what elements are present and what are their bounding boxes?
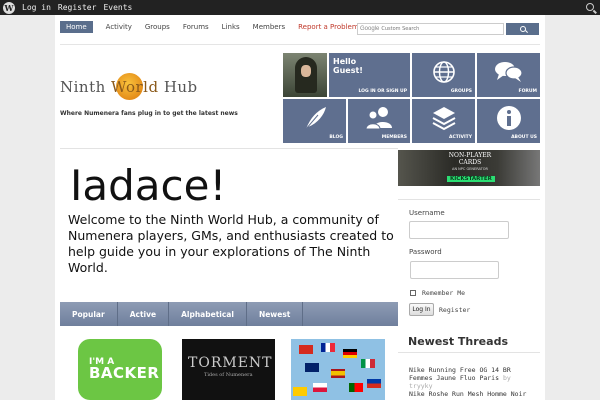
nav-item-forums[interactable]: Forums <box>183 23 209 31</box>
activity-label: Activity <box>448 135 472 140</box>
activity-tile[interactable]: Activity <box>412 99 475 143</box>
remember-checkbox[interactable] <box>410 290 416 296</box>
tab-active[interactable]: Active <box>118 302 170 326</box>
admin-events-link[interactable]: Events <box>103 3 132 12</box>
logo-text: Ninth World Hub <box>60 78 198 96</box>
members-tile[interactable]: Members <box>348 99 410 143</box>
nav-item-activity[interactable]: Activity <box>106 23 132 31</box>
search-icon[interactable] <box>586 3 594 11</box>
tile-grid: Hello Guest! Log in or sign up Groups Fo… <box>283 53 540 143</box>
search-button[interactable] <box>506 23 539 35</box>
register-link[interactable]: Register <box>439 306 470 314</box>
npc-cards-banner[interactable]: NON-PLAYER CARDS AN NPC GENERATOR KICKST… <box>398 150 540 186</box>
wordpress-icon[interactable]: W <box>3 1 15 14</box>
nav-item-groups[interactable]: Groups <box>145 23 170 31</box>
remember-me[interactable]: Remember Me <box>410 289 465 297</box>
group-thumb-torment[interactable]: TORMENT Tides of Numenera <box>182 339 275 400</box>
hello-text: Hello Guest! <box>333 57 363 75</box>
thread-title[interactable]: Nike Roshe Run Mesh Homme Noir <box>409 390 526 398</box>
kickstarter-badge: KICKSTARTER <box>447 176 495 182</box>
banner-title: NON-PLAYER CARDS <box>448 152 492 166</box>
search-placeholder: Custom Search <box>381 26 420 32</box>
banner-subtitle: AN NPC GENERATOR <box>452 167 488 171</box>
site-tagline: Where Numenera fans plug in to get the l… <box>60 110 238 117</box>
layers-icon <box>432 107 455 131</box>
login-tile[interactable]: Hello Guest! Log in or sign up <box>329 53 410 97</box>
google-logo: Google <box>360 26 380 32</box>
search-input[interactable]: Google Custom Search <box>357 23 504 35</box>
about-tile[interactable]: About us <box>477 99 540 143</box>
threads-divider <box>398 352 540 353</box>
torment-title: TORMENT <box>188 355 273 371</box>
welcome-text: Welcome to the Ninth World Hub, a commun… <box>68 212 394 275</box>
admin-bar: W Log in Register Events <box>0 0 600 15</box>
admin-register-link[interactable]: Register <box>58 3 97 12</box>
groups-tabs: Popular Active Alphabetical Newest <box>60 302 398 326</box>
login-button[interactable]: Log In <box>409 303 434 316</box>
header-divider <box>60 44 540 45</box>
guest-avatar <box>283 53 327 97</box>
newest-threads-heading: Newest Threads <box>408 335 508 348</box>
welcome-heading: Iadace! <box>70 161 227 210</box>
info-icon <box>496 106 521 131</box>
thread-item[interactable]: Nike Running Free OG 14 BR Femmes Jaune … <box>409 366 534 390</box>
nav-item-home[interactable]: Home <box>60 21 93 33</box>
blog-tile[interactable]: Blog <box>283 99 346 143</box>
sidebar-divider <box>398 199 540 200</box>
forum-label: Forum <box>518 89 538 94</box>
remember-label: Remember Me <box>422 289 466 297</box>
nav-item-links[interactable]: Links <box>222 23 240 31</box>
globe-icon <box>432 61 455 84</box>
nav-item-members[interactable]: Members <box>253 23 285 31</box>
forum-tile[interactable]: Forum <box>477 53 540 97</box>
tab-popular[interactable]: Popular <box>60 302 118 326</box>
tab-alphabetical[interactable]: Alphabetical <box>169 302 247 326</box>
username-label: Username <box>409 209 445 217</box>
members-label: Members <box>381 135 407 140</box>
username-field[interactable] <box>409 221 509 239</box>
backer-line-2: BACKER <box>89 364 160 382</box>
about-label: About us <box>511 135 537 140</box>
password-field[interactable] <box>410 261 499 279</box>
thread-title[interactable]: Nike Running Free OG 14 BR Femmes Jaune … <box>409 366 511 382</box>
group-thumb-flags[interactable] <box>291 339 385 400</box>
tab-newest[interactable]: Newest <box>247 302 304 326</box>
groups-tile[interactable]: Groups <box>412 53 475 97</box>
welcome-section: Iadace! Welcome to the Ninth World Hub, … <box>60 148 398 300</box>
nav-item-report-problem[interactable]: Report a Problem <box>298 23 359 31</box>
magnifier-icon <box>519 26 526 32</box>
people-icon <box>365 107 392 130</box>
torment-subtitle: Tides of Numenera <box>204 372 253 378</box>
chat-bubbles-icon <box>494 62 523 83</box>
blog-label: Blog <box>329 135 343 140</box>
admin-login-link[interactable]: Log in <box>22 3 51 12</box>
feather-icon <box>305 107 326 130</box>
main-nav: Home Activity Groups Forums Links Member… <box>60 21 372 33</box>
password-label: Password <box>409 248 442 256</box>
thread-item[interactable]: Nike Roshe Run Mesh Homme Noir <box>409 390 534 398</box>
login-signup-label: Log in or sign up <box>358 89 407 94</box>
group-thumb-backer[interactable]: I'M A BACKER <box>75 339 165 400</box>
site-logo[interactable]: Ninth World Hub <box>60 72 210 100</box>
groups-label: Groups <box>450 89 472 94</box>
